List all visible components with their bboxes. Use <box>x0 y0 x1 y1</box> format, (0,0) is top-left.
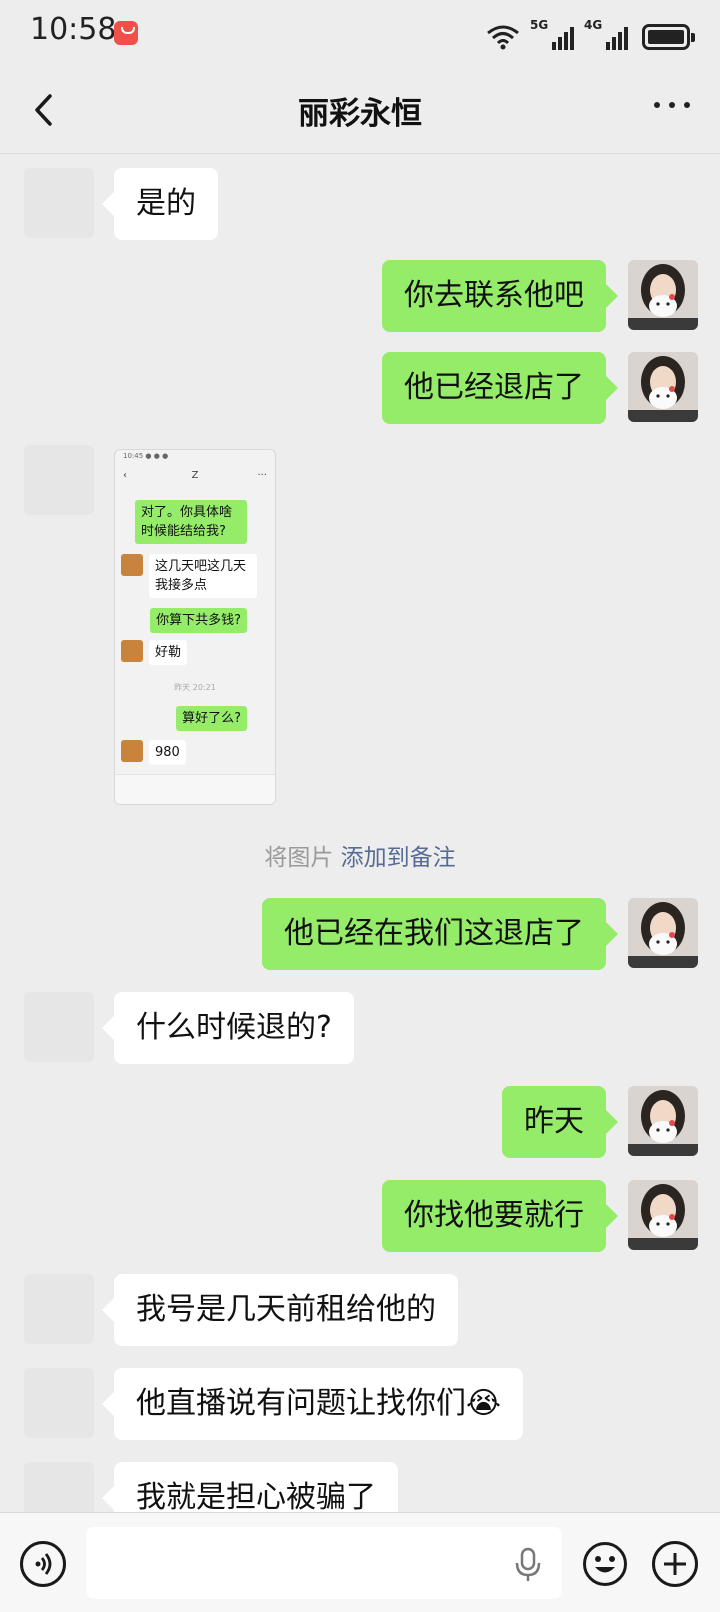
message-input[interactable] <box>86 1527 562 1599</box>
message-bubble-incoming[interactable]: 他直播说有问题让找你们😭 <box>101 1368 524 1440</box>
message-bubble-outgoing[interactable]: 昨天 <box>502 1086 618 1158</box>
mic-icon[interactable] <box>514 1547 542 1583</box>
contact-avatar[interactable] <box>24 1368 94 1438</box>
my-avatar[interactable] <box>628 1086 698 1156</box>
contact-avatar[interactable] <box>24 1274 94 1344</box>
contact-avatar[interactable] <box>24 992 94 1062</box>
message-bubble-outgoing[interactable]: 你找他要就行 <box>382 1180 618 1252</box>
message-bubble-incoming[interactable]: 我就是担心被骗了 <box>102 1462 398 1512</box>
input-bar <box>0 1512 720 1612</box>
message-bubble-incoming[interactable]: 我号是几天前租给他的 <box>102 1274 458 1346</box>
my-avatar[interactable] <box>628 1180 698 1250</box>
message-bubble-outgoing[interactable]: 他已经在我们这退店了 <box>262 898 618 970</box>
contact-avatar[interactable] <box>24 1462 94 1512</box>
message-bubble-incoming[interactable]: 什么时候退的? <box>102 992 354 1064</box>
emoji-icon[interactable] <box>582 1541 628 1587</box>
plus-icon[interactable] <box>652 1541 698 1587</box>
my-avatar[interactable] <box>628 898 698 968</box>
voice-icon[interactable] <box>20 1541 66 1587</box>
